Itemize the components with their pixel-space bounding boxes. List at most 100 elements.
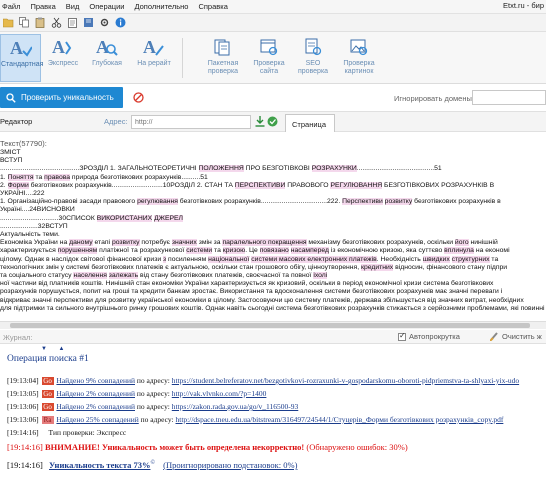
result-time: [19:13:06] [7, 402, 39, 411]
text-line: цілому. Однак в наслідок світової фінанс… [0, 255, 499, 263]
menu-view[interactable]: Вид [61, 2, 85, 11]
ignored-substitutions-link[interactable]: (Проигнорировано подстановок: 0%) [163, 460, 297, 470]
result-mid: по адресу: [138, 415, 176, 424]
result-row: [19:13:05] Go Найдено 2% совпадений по а… [7, 389, 266, 398]
check-type-time: [19:14:16] [7, 428, 39, 437]
check-uniqueness-button[interactable]: Проверить уникальность [0, 87, 123, 108]
menu-operations[interactable]: Операции [84, 2, 129, 11]
stop-icon[interactable] [133, 92, 144, 105]
warning-time: [19:14:16] [7, 442, 43, 452]
result-time: [19:13:05] [7, 389, 39, 398]
quick-toolbar [0, 14, 546, 32]
text-line: ВСТУП [0, 157, 23, 165]
ignore-domains-label: Игнорировать домены: [394, 94, 474, 103]
result-mid: по адресу: [135, 402, 172, 411]
text-line: розрахунків порушується, попит на гроші … [0, 288, 503, 296]
text-length-label: Текст(57790): [0, 139, 47, 148]
open-file-icon[interactable] [2, 17, 14, 29]
tab-editor[interactable]: Редактор [0, 117, 32, 126]
image-check-label: Проверка картинок [343, 60, 375, 75]
info-icon[interactable] [114, 17, 126, 29]
result-row: [19:13:04] Go Найдено 9% совпадений по а… [7, 376, 519, 385]
result-url[interactable]: http://dspace.tneu.edu.ua/bitstream/3164… [176, 415, 504, 424]
warning-text: ВНИМАНИЕ! Уникальность может быть опреде… [45, 442, 305, 452]
result-time: [19:13:06] [7, 415, 39, 424]
menu-file[interactable]: Файл [0, 2, 25, 11]
seo-check-button[interactable]: SEO проверка [293, 34, 333, 82]
google-badge: Go [41, 377, 54, 385]
result-summary-time: [19:14:16] [7, 460, 43, 470]
confirm-icon[interactable] [267, 116, 278, 129]
mode-deep-button[interactable]: A Глубокая [86, 34, 128, 82]
menu-extra[interactable]: Дополнительно [129, 2, 193, 11]
batch-check-button[interactable]: Пакетная проверка [200, 34, 246, 82]
svg-text:A: A [143, 37, 156, 57]
menu-edit[interactable]: Правка [25, 2, 60, 11]
autoscroll-label: Автопрокрутка [409, 332, 460, 341]
result-url[interactable]: https://student.belreferatov.net/bezgoti… [172, 376, 519, 385]
text-line: технологічних змін у системі безготівков… [0, 263, 508, 271]
book-icon[interactable] [82, 17, 94, 29]
warning-row: [19:14:16] ВНИМАНИЕ! Уникальность может … [7, 442, 408, 452]
journal-bar: Журнал: Автопрокрутка Очистить ж [0, 330, 546, 344]
mode-express-button[interactable]: A Экспресс [42, 34, 84, 82]
result-mid: по адресу: [135, 389, 172, 398]
result-url[interactable]: https://zakon.rada.gov.ua/go/v_116500-93 [172, 402, 299, 411]
seo-check-label: SEO проверка [297, 60, 329, 75]
text-line: ........................................… [0, 165, 442, 173]
paste-icon[interactable] [34, 17, 46, 29]
batch-check-label: Пакетная проверка [207, 60, 239, 75]
site-check-button[interactable]: Проверка сайта [248, 34, 290, 82]
check-uniqueness-label: Проверить уникальность [21, 93, 114, 102]
batch-check-icon [200, 34, 246, 60]
clipboard-icon[interactable] [66, 17, 78, 29]
rewrite-icon: A [131, 34, 177, 60]
text-line: Україні....24ВИСНОВКИ [0, 206, 75, 214]
text-line: відкриває значні перспективи для розвитк… [0, 296, 524, 304]
autoscroll-checkbox[interactable] [398, 331, 406, 341]
express-icon: A [42, 34, 84, 60]
text-line: ЗМІСТ [0, 149, 21, 156]
uniqueness-result-link[interactable]: Уникальность текста 73% [49, 460, 150, 470]
mode-rewrite-button[interactable]: A На рерайт [131, 34, 177, 82]
check-type-text: Тип проверки: Экспресс [48, 428, 127, 437]
address-input[interactable] [131, 115, 251, 129]
mode-rewrite-label: На рерайт [137, 60, 171, 67]
result-link[interactable]: Найдено 2% совпадений [56, 389, 135, 398]
text-line: УКРАЇНІ....222 [0, 190, 45, 198]
result-link[interactable]: Найдено 9% совпадений [56, 376, 135, 385]
ribbon: A Стандартная A Экспресс A Глубокая A На… [0, 32, 546, 84]
cut-icon[interactable] [50, 17, 62, 29]
copy-icon[interactable] [18, 17, 30, 29]
brand-label: Etxt.ru - бир [503, 1, 544, 10]
menu-help[interactable]: Справка [193, 2, 232, 11]
mode-deep-label: Глубокая [92, 60, 122, 67]
result-link[interactable]: Найдено 2% совпадений [56, 402, 135, 411]
result-time: [19:13:04] [7, 376, 39, 385]
text-line: Актуальність теми. [0, 231, 60, 239]
result-url[interactable]: http://vak.vlvnko.com/?p=1400 [172, 389, 267, 398]
mode-express-label: Экспресс [47, 60, 79, 67]
text-editor[interactable]: ЗМІСТ ВСТУП..............................… [0, 149, 546, 327]
download-icon[interactable] [255, 116, 265, 129]
result-mid: по адресу: [135, 376, 172, 385]
scrollbar-thumb[interactable] [10, 323, 530, 328]
clear-icon [490, 332, 498, 341]
autoscroll-toggle[interactable]: Автопрокрутка [398, 331, 460, 341]
mode-standard-button[interactable]: A Стандартная [0, 34, 43, 82]
text-line: для підтримки та сильного внутрішнього р… [0, 304, 545, 312]
collapse-arrows-icon[interactable]: ▼ ▲ [41, 346, 69, 352]
image-check-icon [337, 34, 381, 60]
result-link[interactable]: Найдено 25% совпадений [56, 415, 138, 424]
ignore-domains-input[interactable] [472, 90, 546, 105]
google-badge: Go [41, 390, 54, 398]
horizontal-scrollbar[interactable] [0, 321, 546, 329]
svg-text:A: A [52, 37, 65, 57]
svg-text:A: A [10, 38, 23, 58]
image-check-button[interactable]: Проверка картинок [337, 34, 381, 82]
clear-journal-button[interactable]: Очистить ж [490, 332, 542, 341]
check-type-row: [19:14:16] Тип проверки: Экспресс [7, 428, 126, 437]
gear-icon[interactable] [98, 17, 110, 29]
address-label: Адрес: [104, 117, 128, 126]
tab-page[interactable]: Страница [285, 114, 335, 132]
